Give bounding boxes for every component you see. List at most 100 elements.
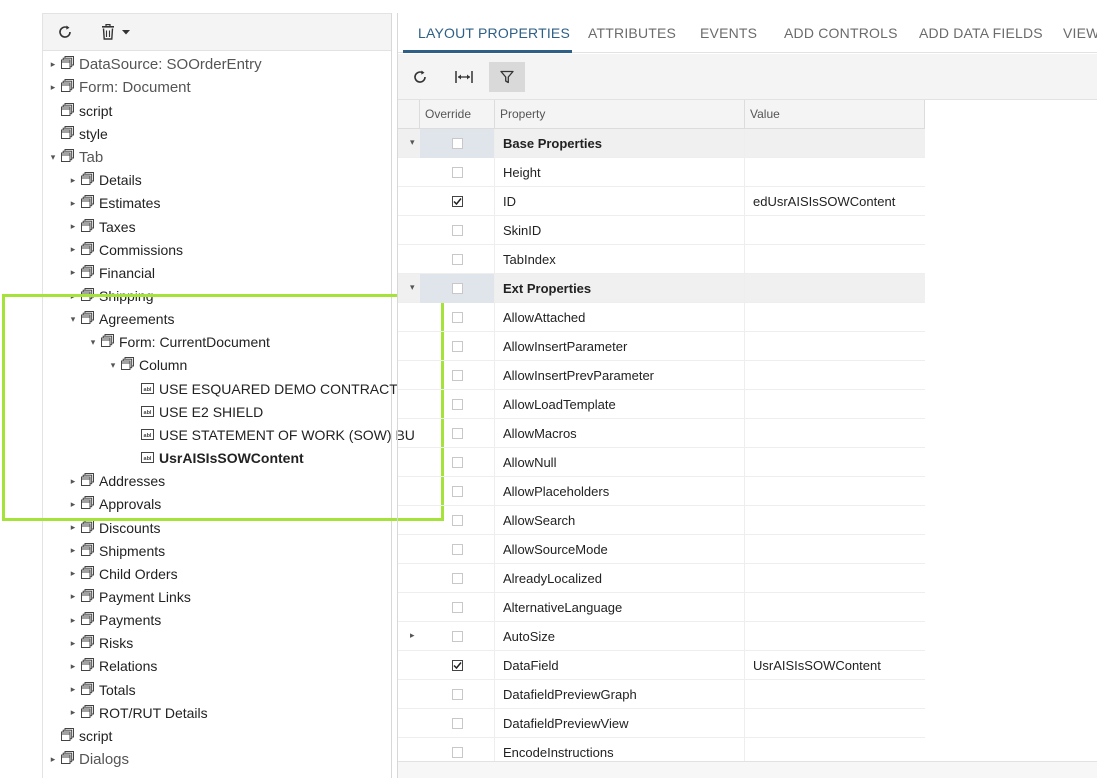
tree-node[interactable]: ▸ Approvals xyxy=(67,493,161,516)
expand-arrow-icon[interactable]: ▸ xyxy=(67,244,79,255)
property-row[interactable]: AllowInsertParameter xyxy=(398,332,925,361)
tree-node[interactable]: ▸ DataSource: SOOrderEntry xyxy=(47,53,262,76)
tree-node[interactable]: ▸ Discounts xyxy=(67,516,160,539)
tree-node[interactable]: ▸ Shipments xyxy=(67,539,165,562)
override-checkbox[interactable] xyxy=(451,718,463,729)
tree-node[interactable]: ▾ Form: CurrentDocument xyxy=(87,331,270,354)
property-row[interactable]: DataField UsrAISIsSOWContent xyxy=(398,651,925,680)
expand-arrow-icon[interactable]: ▸ xyxy=(67,638,79,649)
property-row[interactable]: AlreadyLocalized xyxy=(398,564,925,593)
tree-node[interactable]: ▸ Risks xyxy=(67,632,133,655)
tree-node[interactable]: ▸ Taxes xyxy=(67,215,136,238)
property-row[interactable]: ▸ AutoSize xyxy=(398,622,925,651)
expand-arrow-icon[interactable]: ▸ xyxy=(67,221,79,232)
fit-columns-button[interactable] xyxy=(446,62,482,92)
override-checkbox[interactable] xyxy=(451,486,463,497)
expand-arrow-icon[interactable]: ▸ xyxy=(47,82,59,93)
tree-node[interactable]: abl USE STATEMENT OF WORK (SOW) BU xyxy=(127,423,415,446)
property-row[interactable]: AllowNull xyxy=(398,448,925,477)
filter-button[interactable] xyxy=(489,62,525,92)
column-header-value[interactable]: Value xyxy=(745,100,925,129)
collapse-arrow-icon[interactable]: ▾ xyxy=(410,137,415,148)
override-checkbox[interactable] xyxy=(451,138,463,149)
tree-node[interactable]: abl UsrAISIsSOWContent xyxy=(127,447,304,470)
tree-node[interactable]: ▸ Form: Document xyxy=(47,76,191,99)
tree-node[interactable]: abl USE E2 SHIELD xyxy=(127,400,263,423)
expand-arrow-icon[interactable]: ▸ xyxy=(47,754,59,765)
property-row[interactable]: AllowLoadTemplate xyxy=(398,390,925,419)
expand-arrow-icon[interactable]: ▸ xyxy=(67,684,79,695)
override-checkbox[interactable] xyxy=(451,660,463,671)
tab-attributes[interactable]: ATTRIBUTES xyxy=(588,25,676,41)
override-checkbox[interactable] xyxy=(451,283,463,294)
tree-node[interactable]: ▸ Commissions xyxy=(67,238,183,261)
collapse-arrow-icon[interactable]: ▾ xyxy=(67,314,79,325)
tree-node[interactable]: ▸ Addresses xyxy=(67,470,165,493)
expand-arrow-icon[interactable]: ▸ xyxy=(67,615,79,626)
override-checkbox[interactable] xyxy=(451,312,463,323)
property-value[interactable]: UsrAISIsSOWContent xyxy=(753,658,881,673)
collapse-arrow-icon[interactable]: ▾ xyxy=(87,337,99,348)
override-checkbox[interactable] xyxy=(451,370,463,381)
delete-button[interactable] xyxy=(99,20,133,44)
tree-node[interactable]: script xyxy=(47,99,112,122)
expand-arrow-icon[interactable]: ▸ xyxy=(67,267,79,278)
tree-node[interactable]: ▸ ROT/RUT Details xyxy=(67,701,208,724)
expand-arrow-icon[interactable]: ▸ xyxy=(67,291,79,302)
property-row[interactable]: AllowMacros xyxy=(398,419,925,448)
property-row[interactable]: TabIndex xyxy=(398,245,925,274)
expand-arrow-icon[interactable]: ▸ xyxy=(67,522,79,533)
tree-node[interactable]: ▸ Estimates xyxy=(67,192,160,215)
expand-arrow-icon[interactable]: ▸ xyxy=(67,476,79,487)
expand-arrow-icon[interactable]: ▸ xyxy=(67,568,79,579)
override-checkbox[interactable] xyxy=(451,457,463,468)
property-row[interactable]: ID edUsrAISIsSOWContent xyxy=(398,187,925,216)
grid-refresh-button[interactable] xyxy=(402,62,438,92)
expand-arrow-icon[interactable]: ▸ xyxy=(410,630,415,641)
property-value[interactable]: edUsrAISIsSOWContent xyxy=(753,194,895,209)
tree-node[interactable]: ▸ Child Orders xyxy=(67,562,178,585)
expand-arrow-icon[interactable]: ▸ xyxy=(47,59,59,70)
column-header-property[interactable]: Property xyxy=(495,100,745,129)
collapse-arrow-icon[interactable]: ▾ xyxy=(47,152,59,163)
property-group-row[interactable]: ▾ Base Properties xyxy=(398,129,925,158)
tree-node[interactable]: ▸ Relations xyxy=(67,655,157,678)
property-row[interactable]: Height xyxy=(398,158,925,187)
override-checkbox[interactable] xyxy=(451,689,463,700)
tree-node[interactable]: ▾ Tab xyxy=(47,146,103,169)
property-row[interactable]: AllowAttached xyxy=(398,303,925,332)
tree-node[interactable]: abl USE ESQUARED DEMO CONTRACT xyxy=(127,377,398,400)
override-checkbox[interactable] xyxy=(451,515,463,526)
tree-node[interactable]: style xyxy=(47,122,108,145)
tree-node[interactable]: ▸ Financial xyxy=(67,261,155,284)
refresh-button[interactable] xyxy=(55,20,75,44)
tree-node[interactable]: ▸ Totals xyxy=(67,678,136,701)
property-row[interactable]: AllowInsertPrevParameter xyxy=(398,361,925,390)
property-row[interactable]: DatafieldPreviewGraph xyxy=(398,680,925,709)
expand-arrow-icon[interactable]: ▸ xyxy=(67,175,79,186)
tree-node[interactable]: ▸ Payments xyxy=(67,609,161,632)
tree-node[interactable]: ▸ Dialogs xyxy=(47,748,129,771)
tab-events[interactable]: EVENTS xyxy=(700,25,757,41)
property-row[interactable]: AllowSearch xyxy=(398,506,925,535)
override-checkbox[interactable] xyxy=(451,573,463,584)
override-checkbox[interactable] xyxy=(451,631,463,642)
override-checkbox[interactable] xyxy=(451,747,463,758)
expand-arrow-icon[interactable]: ▸ xyxy=(67,198,79,209)
override-checkbox[interactable] xyxy=(451,196,463,207)
collapse-arrow-icon[interactable]: ▾ xyxy=(410,282,415,293)
property-row[interactable]: SkinID xyxy=(398,216,925,245)
tree-node[interactable]: ▾ Agreements xyxy=(67,308,174,331)
expand-arrow-icon[interactable]: ▸ xyxy=(67,545,79,556)
override-checkbox[interactable] xyxy=(451,341,463,352)
property-row[interactable]: AllowSourceMode xyxy=(398,535,925,564)
tab-add-controls[interactable]: ADD CONTROLS xyxy=(784,25,898,41)
tree-node[interactable]: ▾ Column xyxy=(107,354,187,377)
expand-arrow-icon[interactable]: ▸ xyxy=(67,707,79,718)
expand-arrow-icon[interactable]: ▸ xyxy=(67,499,79,510)
override-checkbox[interactable] xyxy=(451,428,463,439)
override-checkbox[interactable] xyxy=(451,254,463,265)
tree-node[interactable]: ▸ Shipping xyxy=(67,285,154,308)
override-checkbox[interactable] xyxy=(451,225,463,236)
property-row[interactable]: AllowPlaceholders xyxy=(398,477,925,506)
